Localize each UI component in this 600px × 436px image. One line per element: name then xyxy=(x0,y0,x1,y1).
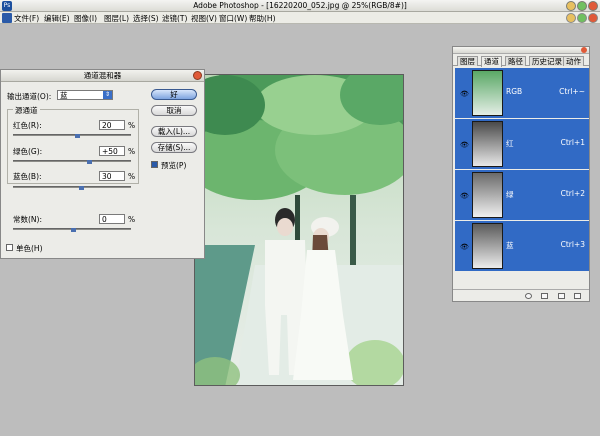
blue-slider[interactable] xyxy=(13,186,131,188)
menu-window[interactable]: 窗口(W) xyxy=(219,13,247,24)
menu-bar: 文件(F) 编辑(E) 图像(I) 图层(L) 选择(S) 滤镜(T) 视图(V… xyxy=(0,12,600,24)
channel-shortcut: Ctrl+2 xyxy=(560,189,585,198)
constant-input[interactable]: 0 xyxy=(99,214,125,224)
channel-name: 蓝 xyxy=(506,241,514,250)
menu-layer[interactable]: 图层(L) xyxy=(104,13,129,24)
doc-minimize-icon[interactable] xyxy=(566,13,576,23)
panel-close-icon[interactable] xyxy=(581,47,587,53)
channel-shortcut: Ctrl+1 xyxy=(560,138,585,147)
constant-label: 常数(N): xyxy=(13,215,42,224)
constant-slider-thumb[interactable] xyxy=(71,228,76,232)
load-button[interactable]: 载入(L)... xyxy=(151,126,197,137)
constant-unit: % xyxy=(128,215,136,224)
doc-restore-icon[interactable] xyxy=(577,13,587,23)
channels-panel: 图层 通道 路径 历史记录 动作 👁 RGB Ctrl+~ 👁 红 Ctrl+1… xyxy=(452,46,590,302)
blue-slider-thumb[interactable] xyxy=(79,186,84,190)
channel-thumbnail xyxy=(472,223,503,269)
document-canvas[interactable] xyxy=(194,74,404,386)
menu-image[interactable]: 图像(I) xyxy=(74,13,97,24)
channel-row-red[interactable]: 👁 红 Ctrl+1 xyxy=(455,119,589,169)
ok-button[interactable]: 好 xyxy=(151,89,197,100)
channel-thumbnail xyxy=(472,121,503,167)
red-label: 红色(R): xyxy=(13,121,42,130)
output-channel-label: 输出通道(O): xyxy=(7,92,52,101)
green-slider[interactable] xyxy=(13,160,131,162)
menu-select[interactable]: 选择(S) xyxy=(133,13,159,24)
save-button[interactable]: 存储(S)... xyxy=(151,142,197,153)
channel-shortcut: Ctrl+3 xyxy=(560,240,585,249)
blue-unit: % xyxy=(128,172,136,181)
new-channel-icon[interactable] xyxy=(558,293,565,299)
trash-icon[interactable] xyxy=(574,293,581,299)
panel-footer xyxy=(453,289,589,301)
output-channel-value: 蓝 xyxy=(60,91,68,100)
green-label: 绿色(G): xyxy=(13,147,43,156)
doc-close-icon[interactable] xyxy=(588,13,598,23)
panel-tabs: 图层 通道 路径 历史记录 动作 xyxy=(453,54,589,67)
green-input[interactable]: +50 xyxy=(99,146,125,156)
minimize-icon[interactable] xyxy=(566,1,576,11)
channel-row-blue[interactable]: 👁 蓝 Ctrl+3 xyxy=(455,221,589,271)
menu-help[interactable]: 帮助(H) xyxy=(249,13,276,24)
channel-name: 绿 xyxy=(506,190,514,199)
dialog-title-bar[interactable]: 通道混和器 xyxy=(1,70,204,82)
window-title: Adobe Photoshop - [16220200_052.jpg @ 25… xyxy=(193,1,407,10)
red-slider[interactable] xyxy=(13,134,131,136)
eye-icon[interactable]: 👁 xyxy=(460,141,469,149)
tab-history[interactable]: 历史记录 xyxy=(529,56,565,66)
blue-input[interactable]: 30 xyxy=(99,171,125,181)
close-icon[interactable] xyxy=(588,1,598,11)
menu-filter[interactable]: 滤镜(T) xyxy=(162,13,187,24)
channel-thumbnail xyxy=(472,70,503,116)
menu-view[interactable]: 视图(V) xyxy=(191,13,217,24)
green-unit: % xyxy=(128,147,136,156)
channel-row-green[interactable]: 👁 绿 Ctrl+2 xyxy=(455,170,589,220)
menu-file[interactable]: 文件(F) xyxy=(14,13,39,24)
channel-mixer-dialog: 通道混和器 输出通道(O): 蓝 ⇕ 源通道 红色(R): 20 % 绿色(G)… xyxy=(0,69,205,259)
eye-icon[interactable]: 👁 xyxy=(460,192,469,200)
tab-layers[interactable]: 图层 xyxy=(457,56,478,66)
eye-icon[interactable]: 👁 xyxy=(460,90,469,98)
panel-title-bar[interactable] xyxy=(453,47,589,54)
tab-paths[interactable]: 路径 xyxy=(505,56,526,66)
dropdown-arrow-icon: ⇕ xyxy=(103,91,112,99)
red-unit: % xyxy=(128,121,136,130)
channel-row-rgb[interactable]: 👁 RGB Ctrl+~ xyxy=(455,68,589,118)
menu-edit[interactable]: 编辑(E) xyxy=(44,13,70,24)
channel-shortcut: Ctrl+~ xyxy=(559,87,585,96)
source-channels-label: 源通道 xyxy=(13,105,40,116)
monochrome-label: 单色(H) xyxy=(16,244,43,253)
green-slider-thumb[interactable] xyxy=(87,160,92,164)
channel-name: 红 xyxy=(506,139,514,148)
blue-label: 蓝色(B): xyxy=(13,172,42,181)
tab-channels[interactable]: 通道 xyxy=(481,56,502,67)
cancel-button[interactable]: 取消 xyxy=(151,105,197,116)
preview-label: 预览(P) xyxy=(161,161,187,170)
dialog-title: 通道混和器 xyxy=(83,71,122,80)
red-slider-thumb[interactable] xyxy=(75,134,80,138)
title-bar: Ps Adobe Photoshop - [16220200_052.jpg @… xyxy=(0,0,600,12)
dialog-close-icon[interactable] xyxy=(193,71,202,80)
channel-name: RGB xyxy=(506,87,523,96)
monochrome-checkbox[interactable] xyxy=(6,244,13,251)
maximize-icon[interactable] xyxy=(577,1,587,11)
save-selection-icon[interactable] xyxy=(541,293,548,299)
eye-icon[interactable]: 👁 xyxy=(460,243,469,251)
red-input[interactable]: 20 xyxy=(99,120,125,130)
output-channel-select[interactable]: 蓝 ⇕ xyxy=(57,90,113,100)
photo-image xyxy=(195,75,403,385)
tab-actions[interactable]: 动作 xyxy=(563,56,584,66)
preview-checkbox[interactable] xyxy=(151,161,158,168)
channel-thumbnail xyxy=(472,172,503,218)
load-selection-icon[interactable] xyxy=(525,293,532,299)
ps-menu-icon[interactable] xyxy=(2,13,12,23)
